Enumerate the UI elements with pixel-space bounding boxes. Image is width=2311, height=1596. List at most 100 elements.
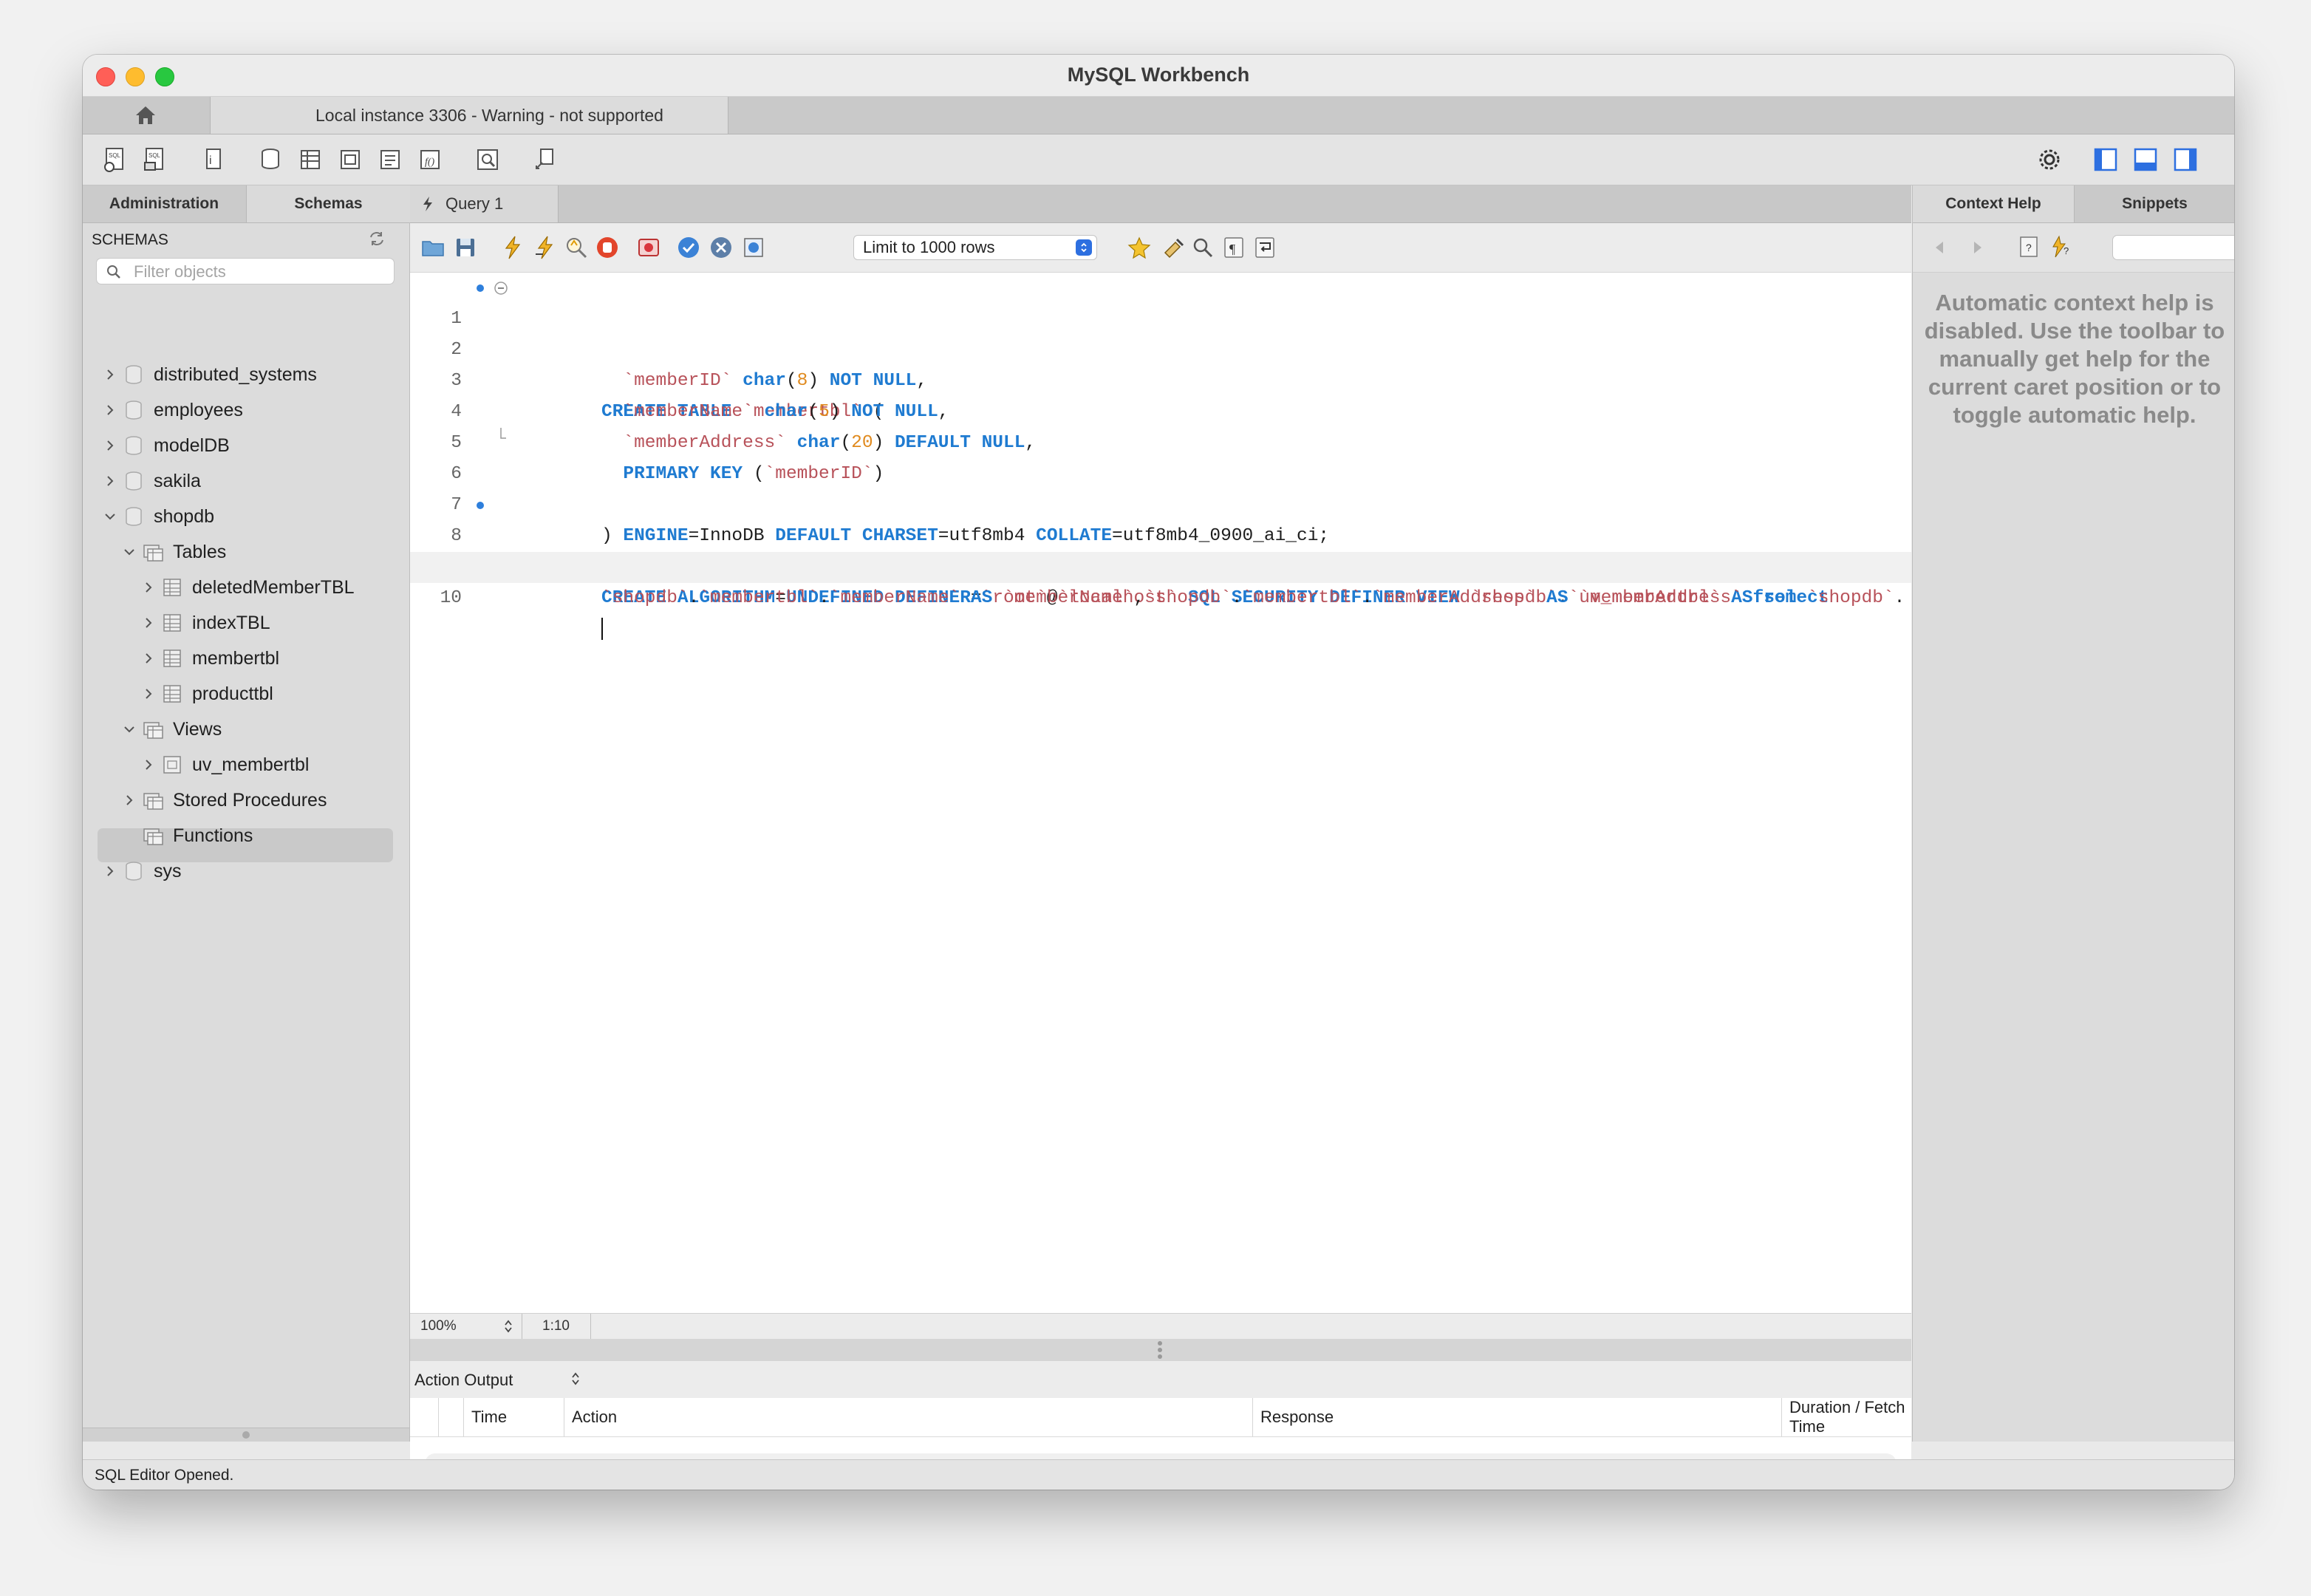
tree-item-table[interactable]: producttbl [139, 678, 273, 710]
toggle-output-panel-icon[interactable] [2132, 146, 2159, 173]
row-limit-select[interactable]: Limit to 1000 rows [853, 235, 1097, 260]
toggle-error-continue-icon[interactable] [636, 235, 661, 260]
beautify-icon[interactable] [1161, 235, 1186, 260]
zoom-select[interactable]: 100% [410, 1314, 522, 1339]
svg-text:?: ? [2026, 242, 2032, 253]
chevron-right-icon[interactable] [100, 471, 120, 491]
tree-item-folder[interactable]: Stored Procedures [120, 784, 327, 816]
statement-marker [477, 502, 484, 509]
chevron-right-icon[interactable] [100, 365, 120, 384]
commit-icon[interactable] [676, 235, 701, 260]
column-time[interactable]: Time [463, 1398, 564, 1436]
tree-item-label: membertbl [192, 647, 280, 669]
chevron-down-icon[interactable] [120, 720, 139, 739]
home-tab[interactable] [83, 97, 208, 134]
filter-objects-field[interactable] [96, 258, 395, 284]
stop-icon[interactable] [595, 235, 620, 260]
search-table-data-icon[interactable] [474, 146, 501, 173]
autocommit-icon[interactable] [741, 235, 766, 260]
navigator-splitter[interactable] [83, 1428, 409, 1442]
create-function-icon[interactable]: f() [417, 146, 443, 173]
tab-schemas[interactable]: Schemas [246, 185, 410, 222]
status-column [410, 1398, 438, 1436]
chevron-right-icon[interactable] [139, 649, 158, 668]
status-text: SQL Editor Opened. [95, 1467, 234, 1484]
context-help-search[interactable] [2112, 235, 2234, 260]
tab-context-help[interactable]: Context Help [1913, 185, 2075, 222]
rollback-icon[interactable] [709, 235, 734, 260]
refresh-schemas-icon[interactable] [368, 230, 386, 248]
tree-item-table[interactable]: membertbl [139, 642, 279, 675]
chevron-right-icon[interactable] [120, 791, 139, 810]
execute-icon[interactable] [500, 235, 525, 260]
code-line-current: 10 [410, 552, 1911, 640]
chevron-down-icon[interactable] [120, 542, 139, 562]
schemas-header: SCHEMAS [92, 231, 168, 248]
fold-collapse-icon[interactable] [493, 280, 509, 296]
create-schema-icon[interactable] [257, 146, 284, 173]
tree-item-schema[interactable]: distributed_systems [100, 358, 317, 391]
forward-arrow-icon[interactable] [1972, 240, 1984, 255]
new-sql-tab-icon[interactable]: SQL [102, 146, 129, 173]
tree-item-label: shopdb [154, 505, 215, 527]
filter-objects-input[interactable] [132, 260, 386, 284]
stepper-icon[interactable] [571, 1371, 580, 1386]
tab-snippets[interactable]: Snippets [2075, 185, 2234, 222]
query-tab[interactable]: Query 1 [410, 185, 559, 222]
chevron-right-icon[interactable] [100, 436, 120, 455]
chevron-right-icon[interactable] [139, 755, 158, 774]
chevron-right-icon[interactable] [139, 578, 158, 597]
open-sql-script-icon[interactable]: SQL [142, 146, 168, 173]
output-selector[interactable]: Action Output [414, 1371, 513, 1390]
code-line: 3 `memberName` char(5) NOT NULL, [410, 335, 1911, 422]
editor-tab-bar: Query 1 [410, 185, 1911, 223]
lightning-icon [423, 197, 432, 211]
table-icon [163, 649, 181, 667]
toggle-sidebar-icon[interactable] [2092, 146, 2119, 173]
tree-item-table[interactable]: deletedMemberTBL [139, 571, 355, 604]
chevron-down-icon[interactable] [100, 507, 120, 526]
tree-item-folder[interactable]: Functions [139, 819, 253, 852]
create-view-icon[interactable] [337, 146, 363, 173]
reconnect-icon[interactable] [532, 146, 559, 173]
create-table-icon[interactable] [297, 146, 324, 173]
open-file-icon[interactable] [420, 235, 446, 260]
add-snippet-star-icon[interactable] [1127, 235, 1152, 260]
connection-tab[interactable]: Local instance 3306 - Warning - not supp… [210, 97, 728, 134]
column-response[interactable]: Response [1252, 1398, 1696, 1436]
chevron-right-icon[interactable] [100, 862, 120, 881]
code-line: 2 `memberID` char(8) NOT NULL, [410, 304, 1911, 391]
chevron-right-icon[interactable] [100, 400, 120, 420]
inspector-icon[interactable]: i [199, 146, 226, 173]
invisible-characters-icon[interactable]: ¶ [1221, 235, 1246, 260]
tree-item-schema[interactable]: modelDB [100, 429, 230, 462]
toggle-secondary-sidebar-icon[interactable] [2172, 146, 2199, 173]
stepper-icon [505, 1320, 512, 1333]
column-action[interactable]: Action [564, 1398, 1205, 1436]
tree-item-view[interactable]: uv_membertbl [139, 748, 309, 781]
find-icon[interactable] [1190, 235, 1215, 260]
chevron-right-icon[interactable] [139, 613, 158, 632]
preferences-gear-icon[interactable] [2036, 146, 2063, 173]
tree-item-schema[interactable]: employees [100, 394, 243, 426]
tree-item-table[interactable]: indexTBL [139, 607, 270, 639]
tree-item-schema[interactable]: shopdb [100, 500, 214, 533]
save-icon[interactable] [453, 235, 478, 260]
chevron-right-icon[interactable] [139, 684, 158, 703]
column-duration[interactable]: Duration / Fetch Time [1781, 1398, 1911, 1436]
manual-help-icon[interactable]: ? [2018, 235, 2041, 259]
sql-editor[interactable]: 1 CREATE TABLE `membertbl` ( 2 `memberID… [410, 273, 1911, 1313]
execute-current-statement-icon[interactable] [533, 235, 558, 260]
tree-item-folder[interactable]: Tables [120, 536, 226, 568]
editor-output-splitter[interactable] [410, 1339, 1911, 1361]
create-procedure-icon[interactable] [377, 146, 403, 173]
tree-item-folder[interactable]: Views [120, 713, 222, 746]
auto-help-toggle-icon[interactable]: ? [2050, 235, 2074, 259]
word-wrap-icon[interactable] [1252, 235, 1277, 260]
tree-item-schema[interactable]: sakila [100, 465, 201, 497]
splitter-grip-icon [1158, 1341, 1162, 1359]
tab-administration[interactable]: Administration [83, 185, 245, 222]
tree-item-schema[interactable]: sys [100, 855, 182, 887]
explain-icon[interactable] [564, 235, 589, 260]
back-arrow-icon[interactable] [1933, 240, 1945, 255]
